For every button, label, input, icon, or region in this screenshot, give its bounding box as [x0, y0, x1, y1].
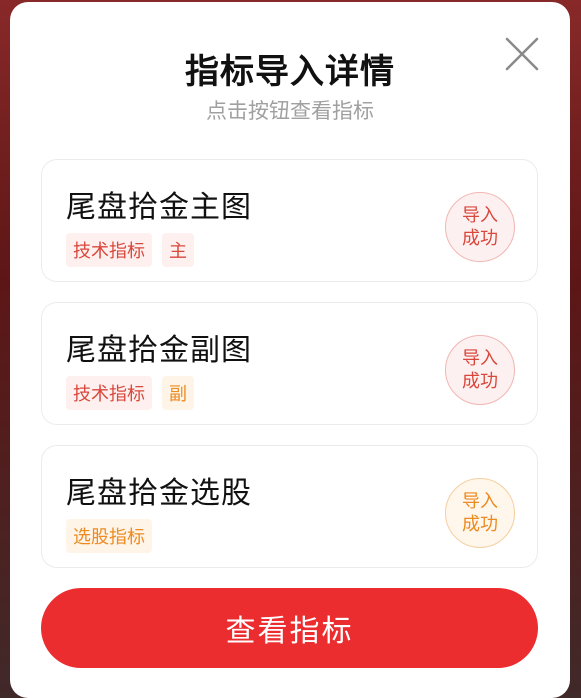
close-icon: [505, 37, 539, 71]
status-line1: 导入: [462, 205, 498, 226]
indicator-name: 尾盘拾金主图: [66, 190, 252, 225]
import-status-badge: 导入 成功: [445, 478, 515, 548]
tag-type: 技术指标: [66, 233, 152, 267]
indicator-name: 尾盘拾金选股: [66, 476, 252, 511]
status-line2: 成功: [462, 228, 498, 249]
import-status-badge: 导入 成功: [445, 335, 515, 405]
indicator-card[interactable]: 尾盘拾金主图 技术指标 主 导入 成功: [41, 159, 538, 282]
view-indicators-button[interactable]: 查看指标: [41, 588, 538, 668]
close-button[interactable]: [502, 34, 542, 74]
tag-type: 选股指标: [66, 519, 152, 553]
tag-chart: 副: [162, 376, 194, 410]
import-status-badge: 导入 成功: [445, 192, 515, 262]
dialog-title: 指标导入详情: [185, 52, 395, 92]
status-line2: 成功: [462, 514, 498, 535]
tag-type: 技术指标: [66, 376, 152, 410]
dialog-subtitle: 点击按钮查看指标: [206, 99, 374, 123]
status-line1: 导入: [462, 348, 498, 369]
indicator-name: 尾盘拾金副图: [66, 333, 252, 368]
tag-chart: 主: [162, 233, 194, 267]
indicator-tags: 选股指标: [66, 519, 152, 553]
status-line1: 导入: [462, 491, 498, 512]
indicator-card[interactable]: 尾盘拾金副图 技术指标 副 导入 成功: [41, 302, 538, 425]
indicator-import-dialog: 指标导入详情 点击按钮查看指标 尾盘拾金主图 技术指标 主 导入 成功 尾盘拾金…: [10, 2, 570, 698]
status-line2: 成功: [462, 371, 498, 392]
indicator-tags: 技术指标 主: [66, 233, 194, 267]
indicator-card[interactable]: 尾盘拾金选股 选股指标 导入 成功: [41, 445, 538, 568]
indicator-tags: 技术指标 副: [66, 376, 194, 410]
